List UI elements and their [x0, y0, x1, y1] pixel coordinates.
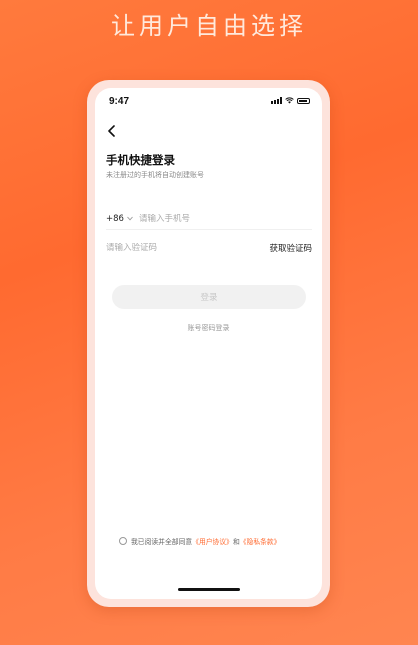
phone-number-input[interactable]: [138, 213, 259, 224]
phone-screen: 9:47 手机快捷登录 未注册过的手机将自动创建账号 +86 请输入手机号 请输…: [95, 88, 322, 599]
agree-checkbox[interactable]: [119, 537, 127, 545]
agreement-prefix: 我已阅读并全部同意: [131, 538, 193, 546]
back-arrow-icon[interactable]: [105, 124, 119, 138]
phone-number-row: +86: [106, 208, 312, 230]
chevron-down-icon[interactable]: [127, 216, 133, 221]
status-icons: [271, 97, 310, 104]
agreement-row: 我已阅读并全部同意 《用户协议》 和 《隐私条款》: [119, 536, 281, 546]
verification-code-row: 获取验证码: [106, 237, 312, 259]
headline: 让用户自由选择: [111, 12, 307, 40]
status-time: 9:47: [109, 96, 130, 107]
battery-icon: [297, 97, 310, 104]
page-subtitle: 未注册过的手机将自动创建账号: [106, 171, 204, 179]
country-code-selector[interactable]: +86: [106, 214, 124, 224]
phone-mockup: 9:47 手机快捷登录 未注册过的手机将自动创建账号 +86 请输入手机号 请输…: [87, 80, 330, 607]
signal-icon: [271, 97, 282, 104]
home-indicator: [178, 588, 240, 591]
privacy-policy-link[interactable]: 《隐私条款》: [240, 536, 281, 546]
page-title: 手机快捷登录: [106, 153, 175, 167]
get-code-button[interactable]: 获取验证码: [269, 242, 312, 254]
password-login-link[interactable]: 账号密码登录: [95, 323, 322, 333]
login-button[interactable]: 登录: [112, 285, 306, 309]
wifi-icon: [285, 97, 294, 104]
status-bar: 9:47: [95, 88, 322, 110]
user-agreement-link[interactable]: 《用户协议》: [192, 536, 233, 546]
verification-code-input[interactable]: [106, 243, 226, 253]
agreement-connector: 和: [232, 538, 240, 546]
